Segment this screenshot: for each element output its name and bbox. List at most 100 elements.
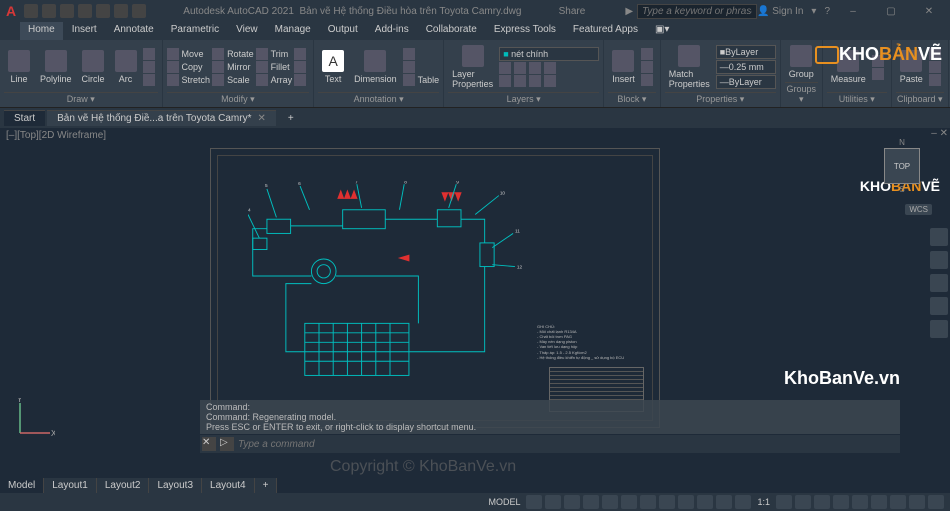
status-annomonitor-icon[interactable] — [735, 495, 751, 509]
modify-more-1[interactable] — [294, 48, 309, 60]
status-lock-icon[interactable] — [852, 495, 868, 509]
modify-more-3[interactable] — [294, 74, 309, 86]
status-annovis-icon[interactable] — [776, 495, 792, 509]
status-cycling-icon[interactable] — [716, 495, 732, 509]
layout-model[interactable]: Model — [0, 478, 44, 493]
status-isolate-icon[interactable] — [871, 495, 887, 509]
mirror-button[interactable]: Mirror — [212, 61, 254, 73]
status-workspace-icon[interactable] — [795, 495, 811, 509]
lineweight-combo[interactable]: — 0.25 mm — [716, 60, 776, 74]
document-tab[interactable]: Bản vẽ Hệ thống Điề...a trên Toyota Camr… — [47, 110, 276, 126]
status-clean-icon[interactable] — [909, 495, 925, 509]
command-line[interactable]: ✕ ▷ — [200, 435, 900, 453]
panel-modify-label[interactable]: Modify ▾ — [167, 92, 310, 105]
command-input[interactable] — [238, 439, 898, 450]
layout-3[interactable]: Layout3 — [149, 478, 202, 493]
layout-add[interactable]: + — [255, 478, 278, 493]
model-space-toggle[interactable]: MODEL — [485, 497, 523, 507]
util-tool-2[interactable] — [872, 68, 887, 80]
layer-tool-7[interactable] — [529, 75, 541, 87]
scale-button[interactable]: Scale — [212, 74, 254, 86]
drawing-viewport[interactable]: [–][Top][2D Wireframe] – ✕ — [0, 128, 950, 458]
close-tab-icon[interactable]: ✕ — [258, 113, 266, 124]
help-search-input[interactable] — [637, 4, 757, 19]
tab-parametric[interactable]: Parametric — [163, 22, 227, 40]
line-button[interactable]: Line — [4, 48, 34, 86]
start-tab[interactable]: Start — [4, 110, 45, 126]
insert-button[interactable]: Insert — [608, 48, 639, 86]
layer-tool-8[interactable] — [544, 75, 556, 87]
draw-more-1[interactable] — [143, 48, 158, 60]
anno-scale[interactable]: 1:1 — [754, 497, 773, 507]
new-tab-button[interactable]: + — [278, 111, 304, 126]
tab-featured[interactable]: Featured Apps — [565, 22, 646, 40]
nav-wheel-icon[interactable] — [930, 228, 948, 246]
draw-more-3[interactable] — [143, 74, 158, 86]
block-tool-1[interactable] — [641, 48, 656, 60]
panel-properties-label[interactable]: Properties ▾ — [665, 92, 776, 105]
polyline-button[interactable]: Polyline — [36, 48, 76, 86]
table-button[interactable]: Table — [403, 74, 440, 86]
status-osnap-icon[interactable] — [602, 495, 618, 509]
signin-button[interactable]: 👤 Sign In — [757, 6, 803, 17]
qat-undo-icon[interactable] — [114, 4, 128, 18]
block-tool-3[interactable] — [641, 74, 656, 86]
match-properties-button[interactable]: Match Properties — [665, 43, 714, 91]
layer-tool-3[interactable] — [529, 62, 541, 74]
help-icon[interactable]: ? — [824, 6, 830, 17]
linetype-combo[interactable]: — ByLayer — [716, 75, 776, 89]
maximize-button[interactable]: ▢ — [876, 6, 906, 17]
layer-tool-5[interactable] — [499, 75, 511, 87]
qat-open-icon[interactable] — [42, 4, 56, 18]
arc-button[interactable]: Arc — [111, 48, 141, 86]
layout-4[interactable]: Layout4 — [202, 478, 255, 493]
wcs-label[interactable]: WCS — [905, 204, 932, 215]
status-dyn-icon[interactable] — [659, 495, 675, 509]
panel-clipboard-label[interactable]: Clipboard ▾ — [896, 92, 944, 105]
status-lwt-icon[interactable] — [678, 495, 694, 509]
leader-button[interactable] — [403, 48, 440, 60]
stretch-button[interactable]: Stretch — [167, 74, 211, 86]
status-grid-icon[interactable] — [526, 495, 542, 509]
status-otrack-icon[interactable] — [640, 495, 656, 509]
tab-annotate[interactable]: Annotate — [106, 22, 162, 40]
rotate-button[interactable]: Rotate — [212, 48, 254, 60]
viewport-controls[interactable]: [–][Top][2D Wireframe] — [6, 130, 106, 141]
tab-collaborate[interactable]: Collaborate — [418, 22, 485, 40]
nav-zoom-icon[interactable] — [930, 274, 948, 292]
nav-showmotion-icon[interactable] — [930, 320, 948, 338]
panel-annotation-label[interactable]: Annotation ▾ — [318, 92, 439, 105]
panel-draw-label[interactable]: Draw ▾ — [4, 92, 158, 105]
layer-tool-2[interactable] — [514, 62, 526, 74]
layer-combo[interactable]: ■ nét chính — [499, 47, 599, 61]
command-close-icon[interactable]: ✕ — [202, 437, 216, 451]
modify-more-2[interactable] — [294, 61, 309, 73]
tab-home[interactable]: Home — [20, 22, 63, 40]
cube-top-face[interactable]: TOP — [884, 148, 920, 184]
fillet-button[interactable]: Fillet — [256, 61, 293, 73]
layout-2[interactable]: Layout2 — [97, 478, 150, 493]
clip-tool-3[interactable] — [929, 74, 944, 86]
layer-tool-6[interactable] — [514, 75, 526, 87]
qat-saveas-icon[interactable] — [78, 4, 92, 18]
move-button[interactable]: Move — [167, 48, 211, 60]
qat-redo-icon[interactable] — [132, 4, 146, 18]
status-custom-icon[interactable] — [928, 495, 944, 509]
tab-addins[interactable]: Add-ins — [367, 22, 417, 40]
circle-button[interactable]: Circle — [78, 48, 109, 86]
panel-groups-label[interactable]: Groups ▾ — [785, 82, 818, 105]
color-combo[interactable]: ■ ByLayer — [716, 45, 776, 59]
copy-button[interactable]: Copy — [167, 61, 211, 73]
view-cube[interactable]: N TOP S — [874, 138, 930, 194]
block-tool-2[interactable] — [641, 61, 656, 73]
layer-properties-button[interactable]: Layer Properties — [448, 43, 497, 91]
status-snap-icon[interactable] — [545, 495, 561, 509]
status-hardware-icon[interactable] — [890, 495, 906, 509]
status-qprop-icon[interactable] — [833, 495, 849, 509]
layer-tool-1[interactable] — [499, 62, 511, 74]
qat-plot-icon[interactable] — [96, 4, 110, 18]
qat-save-icon[interactable] — [60, 4, 74, 18]
compass-s[interactable]: S — [874, 185, 930, 194]
share-button[interactable]: Share — [559, 6, 586, 17]
group-button[interactable]: Group — [785, 43, 818, 81]
